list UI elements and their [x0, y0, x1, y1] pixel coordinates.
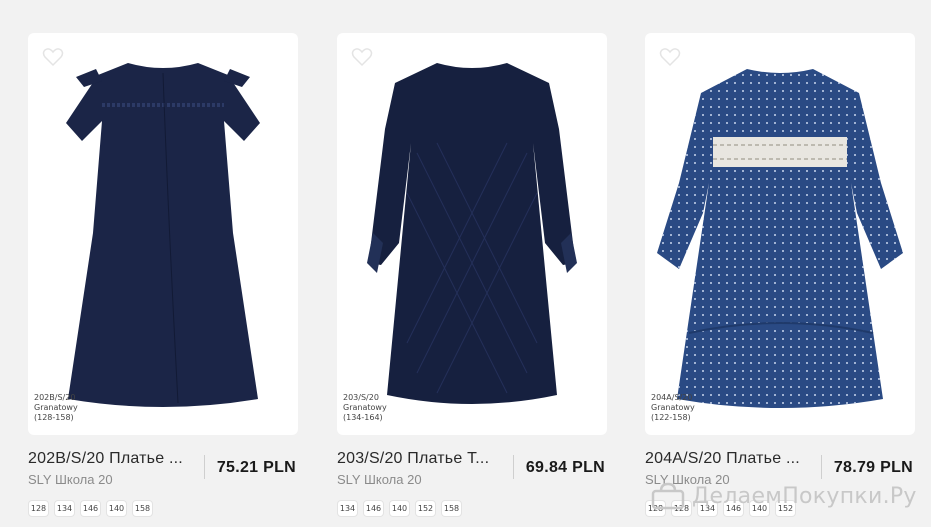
size-option[interactable]: 128: [28, 500, 49, 517]
product-grid: 202B/S/20 Granatowy (128-158) 202B/S/20 …: [0, 0, 931, 527]
product-price: 69.84 PLN: [525, 459, 605, 476]
product-title[interactable]: 203/S/20 Платье T...: [337, 450, 507, 468]
product-image[interactable]: 202B/S/20 Granatowy (128-158): [28, 33, 298, 435]
size-option[interactable]: 146: [80, 500, 101, 517]
favorite-icon[interactable]: [351, 47, 373, 67]
site-watermark: ДелаемПокупки.Ру: [650, 482, 917, 510]
dress-image: [657, 69, 903, 408]
size-option[interactable]: 152: [415, 500, 436, 517]
dress-image: [367, 63, 577, 404]
divider: [821, 455, 822, 479]
shopping-bag-icon: [651, 482, 685, 510]
size-option[interactable]: 134: [337, 500, 358, 517]
size-option[interactable]: 134: [54, 500, 75, 517]
size-option[interactable]: 146: [363, 500, 384, 517]
product-title[interactable]: 204A/S/20 Платье ...: [645, 450, 815, 468]
watermark-text: ДелаемПокупки.Ру: [692, 483, 917, 509]
size-list: 128 134 146 140 158: [28, 500, 153, 517]
divider: [204, 455, 205, 479]
divider: [513, 455, 514, 479]
dress-image: [66, 63, 260, 407]
product-card[interactable]: 204A/S/20 Granatowy (122-158) 204A/S/20 …: [645, 0, 915, 527]
product-price: 78.79 PLN: [833, 459, 913, 476]
product-card[interactable]: 202B/S/20 Granatowy (128-158) 202B/S/20 …: [28, 0, 298, 527]
product-image[interactable]: 204A/S/20 Granatowy (122-158): [645, 33, 915, 435]
size-option[interactable]: 140: [389, 500, 410, 517]
product-price: 75.21 PLN: [216, 459, 296, 476]
size-option[interactable]: 158: [441, 500, 462, 517]
size-list: 134 146 140 152 158: [337, 500, 462, 517]
product-tag: 204A/S/20 Granatowy (122-158): [651, 393, 695, 422]
product-brand: SLY Школа 20: [337, 472, 422, 487]
product-tag: 203/S/20 Granatowy (134-164): [343, 393, 387, 422]
size-option[interactable]: 140: [106, 500, 127, 517]
size-option[interactable]: 158: [132, 500, 153, 517]
product-card[interactable]: 203/S/20 Granatowy (134-164) 203/S/20 Пл…: [337, 0, 607, 527]
product-tag: 202B/S/20 Granatowy (128-158): [34, 393, 78, 422]
favorite-icon[interactable]: [659, 47, 681, 67]
product-image[interactable]: 203/S/20 Granatowy (134-164): [337, 33, 607, 435]
product-brand: SLY Школа 20: [28, 472, 113, 487]
favorite-icon[interactable]: [42, 47, 64, 67]
product-title[interactable]: 202B/S/20 Платье ...: [28, 450, 198, 468]
